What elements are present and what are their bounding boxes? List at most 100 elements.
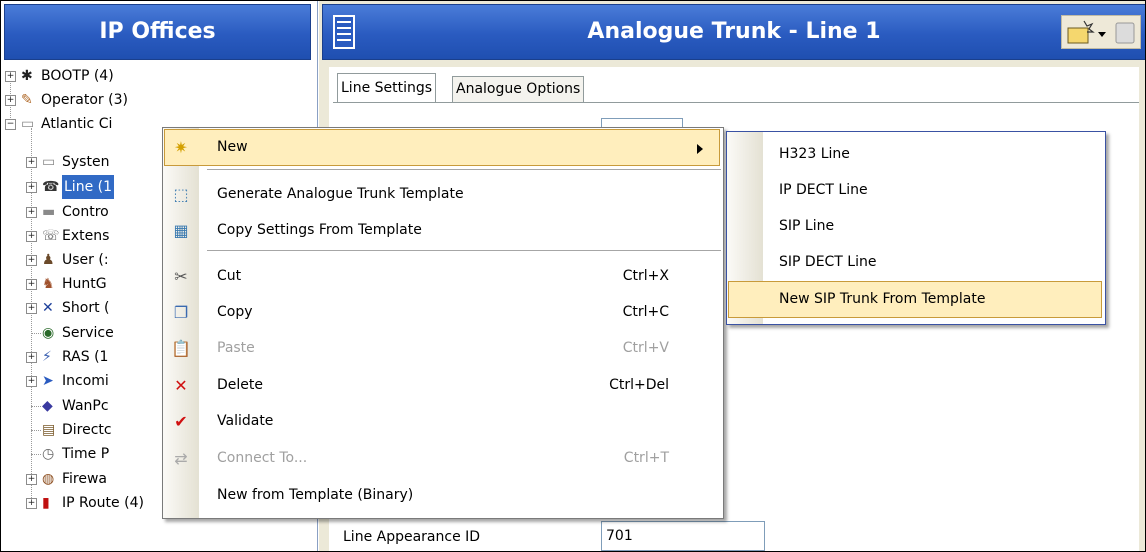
header-toolbar[interactable] — [1061, 15, 1141, 49]
firewall-icon: ◍ — [42, 471, 55, 487]
expand-icon[interactable]: + — [5, 71, 16, 82]
submenu-item-ip-dect-line[interactable]: IP DECT Line — [729, 173, 1101, 208]
collapse-icon[interactable]: − — [5, 119, 16, 130]
copy-settings-icon: ▦ — [173, 221, 189, 240]
tree-item-label: Service — [62, 325, 114, 341]
expand-icon[interactable]: + — [26, 474, 37, 485]
tree-item-label: Extens — [62, 228, 110, 244]
validate-icon: ✔ — [174, 412, 188, 431]
menu-item-validate[interactable]: ✔ Validate — [165, 404, 719, 439]
menu-item-delete[interactable]: ✕ Delete Ctrl+Del — [165, 368, 719, 403]
menu-item-new-from-template-binary[interactable]: New from Template (Binary) — [165, 478, 719, 513]
ip-route-icon: ▮ — [42, 495, 50, 511]
menu-item-shortcut: Ctrl+X — [622, 268, 669, 284]
tree-guide-line — [31, 333, 41, 334]
time-profile-icon: ◷ — [42, 446, 55, 462]
control-unit-icon: ▬ — [42, 204, 56, 220]
details-pane-header: Analogue Trunk - Line 1 — [322, 4, 1145, 60]
menu-item-copy-settings-from-template[interactable]: ▦ Copy Settings From Template — [165, 213, 719, 248]
line-appearance-id-label: Line Appearance ID — [343, 529, 481, 545]
tree-item-label: User (: — [62, 252, 109, 268]
tree-item-label: WanPc — [62, 398, 109, 414]
operator-icon: ✎ — [21, 92, 33, 108]
menu-item-cut[interactable]: ✂ Cut Ctrl+X — [165, 259, 719, 294]
service-icon: ◉ — [42, 325, 55, 341]
tree-item-label: Operator (3) — [41, 92, 128, 108]
expand-icon[interactable]: + — [26, 231, 37, 242]
details-list-icon[interactable] — [333, 15, 355, 49]
tree-item[interactable]: + ✎ Operator (3) — [1, 88, 317, 112]
expand-icon[interactable]: + — [26, 303, 37, 314]
submenu-item-label: IP DECT Line — [779, 182, 868, 198]
navigation-pane-title: IP Offices — [4, 4, 311, 60]
menu-item-label: Copy Settings From Template — [217, 222, 422, 238]
tree-item-label: Directc — [62, 422, 112, 438]
cut-icon: ✂ — [174, 267, 188, 286]
tree-item-label: Short ( — [62, 300, 110, 316]
delete-icon: ✕ — [174, 376, 188, 395]
menu-item-label: Validate — [217, 413, 274, 429]
expand-icon[interactable]: + — [26, 157, 37, 168]
tree-guide-line — [31, 430, 41, 431]
extension-icon: ☏ — [42, 228, 60, 244]
menu-item-label: Copy — [217, 304, 253, 320]
expand-icon[interactable]: + — [26, 376, 37, 387]
app-window: IP Offices + ✱ BOOTP (4) + ✎ Operator (3) − ▭ At… — [0, 0, 1146, 552]
expand-icon[interactable]: + — [26, 352, 37, 363]
menu-item-label: Cut — [217, 268, 242, 284]
submenu-item-label: SIP Line — [779, 218, 835, 234]
new-item-dropdown-icon[interactable] — [1062, 17, 1140, 49]
submenu-arrow-icon — [697, 144, 703, 154]
user-icon: ♟ — [42, 252, 55, 268]
generate-template-icon: ⬚ — [173, 185, 189, 204]
menu-item-shortcut: Ctrl+Del — [609, 377, 669, 393]
details-pane-title: Analogue Trunk - Line 1 — [587, 19, 881, 44]
bootp-icon: ✱ — [21, 68, 33, 84]
hunt-group-icon: ♞ — [42, 276, 55, 292]
menu-item-paste: 📋 Paste Ctrl+V — [165, 331, 719, 366]
menu-item-label: Delete — [217, 377, 263, 393]
tree-guide-line — [31, 454, 41, 455]
menu-item-shortcut: Ctrl+T — [623, 450, 669, 466]
menu-item-label: Generate Analogue Trunk Template — [217, 186, 464, 202]
tree-item-label: IP Route (4) — [62, 495, 144, 511]
submenu-item-label: SIP DECT Line — [779, 254, 877, 270]
submenu-item-h323-line[interactable]: H323 Line — [729, 137, 1101, 172]
system-icon: ▭ — [42, 154, 56, 170]
submenu-item-label: New SIP Trunk From Template — [779, 291, 986, 307]
directory-icon: ▤ — [42, 422, 56, 438]
submenu-item-sip-line[interactable]: SIP Line — [729, 209, 1101, 244]
tree-item-label: HuntG — [62, 276, 107, 292]
menu-item-new[interactable]: ✷ New — [164, 129, 720, 166]
menu-item-label: New from Template (Binary) — [217, 487, 414, 503]
tab-analogue-options[interactable]: Analogue Options — [452, 76, 585, 102]
tree-guide-line — [31, 406, 41, 407]
expand-icon[interactable]: + — [26, 279, 37, 290]
menu-item-shortcut: Ctrl+V — [622, 340, 669, 356]
menu-item-label: New — [217, 139, 248, 155]
tree-item-label: Incomi — [62, 373, 109, 389]
tree-item[interactable]: + ✱ BOOTP (4) — [1, 64, 317, 88]
system-icon: ▭ — [21, 116, 35, 132]
wan-port-icon: ◆ — [42, 398, 53, 414]
expand-icon[interactable]: + — [26, 207, 37, 218]
submenu-item-sip-dect-line[interactable]: SIP DECT Line — [729, 245, 1101, 280]
incoming-call-route-icon: ➤ — [42, 373, 54, 389]
menu-item-generate-analogue-trunk-template[interactable]: ⬚ Generate Analogue Trunk Template — [165, 177, 719, 212]
menu-separator — [207, 250, 721, 251]
submenu-item-new-sip-trunk-from-template[interactable]: New SIP Trunk From Template — [728, 281, 1102, 318]
menu-item-connect-to: ⇄ Connect To... Ctrl+T — [165, 441, 719, 476]
tree-item-label: Systen — [62, 154, 110, 170]
submenu-item-label: H323 Line — [779, 146, 850, 162]
expand-icon[interactable]: + — [26, 498, 37, 509]
line-appearance-id-input[interactable]: 701 — [601, 521, 765, 551]
tab-line-settings[interactable]: Line Settings — [337, 73, 437, 102]
copy-icon: ❐ — [173, 303, 189, 322]
expand-icon[interactable]: + — [5, 95, 16, 106]
menu-item-label: Connect To... — [217, 450, 308, 466]
menu-item-label: Paste — [217, 340, 255, 356]
menu-item-copy[interactable]: ❐ Copy Ctrl+C — [165, 295, 719, 330]
tree-item-label: Contro — [62, 204, 109, 220]
expand-icon[interactable]: + — [26, 182, 37, 193]
expand-icon[interactable]: + — [26, 255, 37, 266]
